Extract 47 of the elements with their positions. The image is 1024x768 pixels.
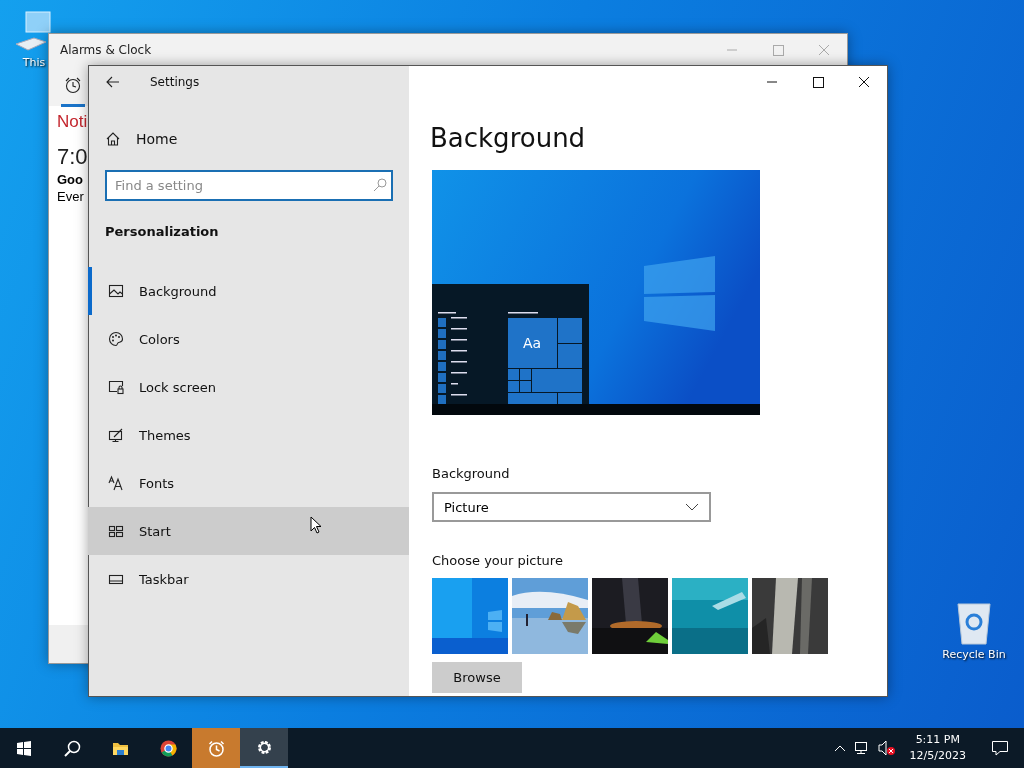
search-field[interactable]: Find a setting (105, 170, 393, 201)
alarm-clock-icon (64, 76, 82, 94)
alarm-clock-icon (207, 739, 225, 757)
nav-item[interactable]: Fonts (88, 459, 409, 507)
recycle-bin-icon (954, 600, 994, 646)
home-icon (105, 131, 121, 147)
notification-icon[interactable] (991, 740, 1009, 756)
nav-item[interactable]: Start (88, 507, 409, 555)
section-heading: Personalization (104, 223, 220, 241)
volume-muted-icon[interactable] (877, 740, 896, 756)
nav-item[interactable]: Taskbar (88, 555, 409, 603)
alarm-tab[interactable] (61, 76, 85, 107)
alarm-time: 7:0 (57, 144, 88, 170)
tile-label: Aa (523, 335, 542, 351)
nav-item[interactable]: Themes (88, 411, 409, 459)
chevron-down-icon (685, 503, 699, 511)
mouse-cursor-icon (310, 516, 322, 534)
nav-item[interactable]: Lock screen (88, 363, 409, 411)
network-icon[interactable] (853, 741, 870, 755)
themes-icon (108, 427, 124, 443)
back-arrow-icon[interactable] (106, 76, 120, 88)
colors-icon (108, 331, 124, 347)
settings-icon (255, 738, 273, 756)
page-title: Background (430, 122, 586, 155)
home-link[interactable]: Home (89, 119, 409, 159)
nav-item[interactable]: Colors (88, 315, 409, 363)
chevron-up-icon[interactable] (833, 744, 846, 752)
lock-icon (108, 379, 124, 395)
alarm-name: Goo (57, 172, 83, 187)
field-label: Choose your picture (432, 552, 563, 570)
fonts-icon (108, 475, 124, 491)
window-title: Alarms & Clock (60, 43, 153, 57)
browse-button[interactable]: Browse (432, 662, 522, 693)
start-icon (108, 523, 124, 539)
field-label: Background (432, 465, 510, 483)
desktop-icon-label[interactable]: Recycle Bin (942, 648, 1006, 661)
clock[interactable]: 5:11 PM 12/5/2023 (909, 732, 966, 764)
alarm-repeat: Ever (57, 189, 84, 204)
windows-logo-icon (15, 739, 33, 757)
notice-heading: Noti (57, 112, 88, 132)
taskbar-button[interactable] (240, 728, 288, 768)
search-icon (373, 178, 387, 192)
dropdown[interactable]: Picture (432, 492, 711, 522)
background-icon (108, 283, 124, 299)
browser-icon (159, 739, 177, 757)
window-title: Settings (150, 75, 200, 89)
search-icon (63, 739, 81, 757)
